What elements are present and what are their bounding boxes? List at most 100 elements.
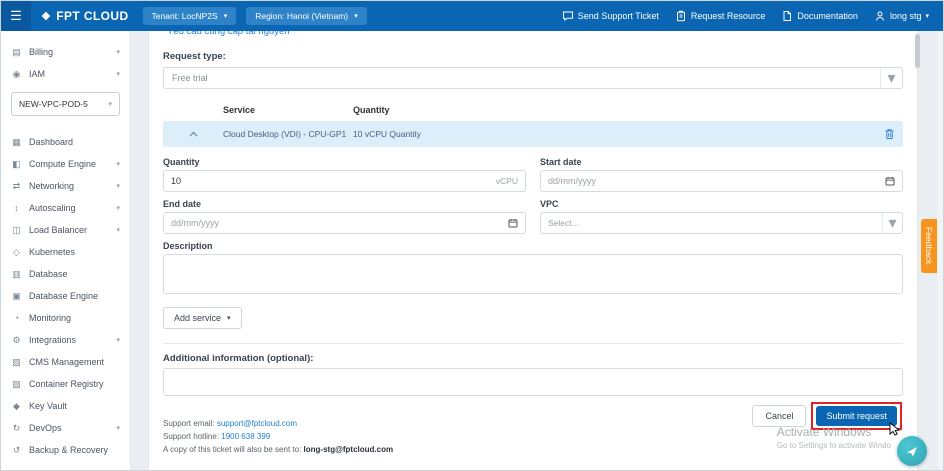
rocket-icon bbox=[905, 444, 919, 458]
sidebar-item-database[interactable]: ▥ Database bbox=[1, 263, 130, 285]
sidebar-item-load-balancer[interactable]: ◫ Load Balancer ▾ bbox=[1, 219, 130, 241]
brand-text: FPT CLOUD bbox=[56, 9, 128, 23]
collapse-row-button[interactable] bbox=[163, 131, 223, 137]
compute-engine-icon: ◧ bbox=[11, 159, 22, 170]
sidebar-item-autoscaling[interactable]: ↕ Autoscaling ▾ bbox=[1, 197, 130, 219]
add-service-button[interactable]: Add service ▾ bbox=[163, 307, 242, 329]
hamburger-menu-icon[interactable]: ☰ bbox=[1, 1, 31, 31]
sidebar-item-devops[interactable]: ↻ DevOps ▾ bbox=[1, 417, 130, 439]
support-email-link[interactable]: support@fptcloud.com bbox=[217, 419, 297, 428]
sidebar-item-monitoring[interactable]: ◔ Monitoring bbox=[1, 307, 130, 329]
service-row[interactable]: Cloud Desktop (VDI) - CPU-GP1 10 vCPU Qu… bbox=[163, 121, 903, 147]
sidebar-item-backup-recovery[interactable]: ↺ Backup & Recovery bbox=[1, 439, 130, 461]
sidebar-item-label: Database bbox=[29, 269, 68, 279]
sidebar-gap bbox=[1, 123, 130, 131]
topbar-actions: Send Support Ticket Request Resource Doc… bbox=[562, 10, 943, 22]
sidebar-item-kubernetes[interactable]: ◇ Kubernetes bbox=[1, 241, 130, 263]
copy-ticket-email: long-stg@fptcloud.com bbox=[304, 445, 394, 454]
sidebar-item-dashboard[interactable]: ▦ Dashboard bbox=[1, 131, 130, 153]
request-form-card: Yêu cầu cung cấp tài nguyên Request type… bbox=[149, 31, 917, 470]
billing-icon: ▤ bbox=[11, 47, 22, 58]
description-label: Description bbox=[163, 241, 903, 251]
sidebar-item-label: DevOps bbox=[29, 423, 62, 433]
request-type-select[interactable]: Free trial ▾ bbox=[163, 67, 903, 89]
sidebar-item-cms-management[interactable]: ▧ CMS Management bbox=[1, 351, 130, 373]
assistant-floating-button[interactable] bbox=[897, 436, 927, 466]
sidebar-item-container-registry[interactable]: ▨ Container Registry bbox=[1, 373, 130, 395]
topbar: ☰ ❖ FPT CLOUD Tenant: LocNP2S ▾ Region: … bbox=[1, 1, 943, 31]
request-type-value: Free trial bbox=[164, 73, 880, 83]
clipboard-icon bbox=[675, 10, 687, 22]
sidebar-item-compute-engine[interactable]: ◧ Compute Engine ▾ bbox=[1, 153, 130, 175]
request-resource-link[interactable]: Request Resource bbox=[675, 10, 766, 22]
document-icon bbox=[781, 10, 793, 22]
calendar-icon[interactable] bbox=[885, 176, 895, 186]
region-label: Region: Hanoi (Vietnam) bbox=[255, 11, 348, 21]
sidebar-item-billing[interactable]: ▤ Billing ▾ bbox=[1, 41, 130, 63]
sidebar-item-label: Monitoring bbox=[29, 313, 71, 323]
user-name: long stg bbox=[890, 11, 922, 21]
chat-icon bbox=[562, 10, 574, 22]
end-date-input[interactable] bbox=[171, 218, 503, 228]
brand-logo[interactable]: ❖ FPT CLOUD bbox=[31, 9, 143, 23]
user-menu[interactable]: long stg ▾ bbox=[874, 10, 929, 22]
sidebar-item-label: Dashboard bbox=[29, 137, 73, 147]
support-hotline-label: Support hotline: bbox=[163, 432, 219, 441]
monitoring-icon: ◔ bbox=[11, 313, 22, 323]
service-table-header: Service Quantity bbox=[163, 99, 903, 121]
sidebar-item-integrations[interactable]: ⚙ Integrations ▾ bbox=[1, 329, 130, 351]
tenant-selector[interactable]: Tenant: LocNP2S ▾ bbox=[143, 7, 237, 25]
main-content: Yêu cầu cung cấp tài nguyên Request type… bbox=[131, 31, 943, 470]
sidebar-item-label: Kubernetes bbox=[29, 247, 75, 257]
service-row-name: Cloud Desktop (VDI) - CPU-GP1 bbox=[223, 129, 353, 139]
chevron-down-icon: ▾ bbox=[880, 68, 902, 88]
start-date-field-wrap bbox=[540, 170, 903, 192]
activate-windows-watermark: Activate Windows Go to Settings to activ… bbox=[777, 425, 891, 450]
chevron-down-icon: ▾ bbox=[116, 424, 120, 432]
vpc-selector[interactable]: NEW-VPC-POD-5 ▾ bbox=[11, 92, 120, 116]
end-date-field-wrap bbox=[163, 212, 526, 234]
iam-icon: ◉ bbox=[11, 69, 22, 80]
start-date-label: Start date bbox=[540, 157, 903, 167]
calendar-icon[interactable] bbox=[508, 218, 518, 228]
quantity-field-wrap: vCPU bbox=[163, 170, 526, 192]
sidebar-item-database-engine[interactable]: ▣ Database Engine bbox=[1, 285, 130, 307]
trash-icon bbox=[884, 128, 895, 140]
delete-service-button[interactable] bbox=[884, 128, 895, 140]
quantity-unit: vCPU bbox=[496, 176, 518, 186]
quantity-input[interactable] bbox=[171, 176, 491, 186]
vpc-selector-value: NEW-VPC-POD-5 bbox=[19, 99, 88, 109]
region-selector[interactable]: Region: Hanoi (Vietnam) ▾ bbox=[246, 7, 366, 25]
page-scrollbar[interactable] bbox=[937, 31, 943, 470]
vpc-select[interactable]: Select... ▾ bbox=[540, 212, 903, 234]
sidebar-item-label: Container Registry bbox=[29, 379, 104, 389]
add-service-label: Add service bbox=[174, 313, 221, 323]
sidebar-item-iam[interactable]: ◉ IAM ▾ bbox=[1, 63, 130, 85]
sidebar-item-label: Compute Engine bbox=[29, 159, 96, 169]
content-scrollbar-thumb[interactable] bbox=[915, 34, 920, 68]
description-textarea[interactable] bbox=[163, 254, 903, 294]
support-hotline-link[interactable]: 1900 638 399 bbox=[221, 432, 270, 441]
vpc-label: VPC bbox=[540, 199, 903, 209]
documentation-link[interactable]: Documentation bbox=[781, 10, 858, 22]
submit-request-button[interactable]: Submit request bbox=[816, 406, 897, 426]
sidebar-item-networking[interactable]: ⇄ Networking ▾ bbox=[1, 175, 130, 197]
chevron-down-icon: ▾ bbox=[354, 13, 358, 20]
copy-ticket-label: A copy of this ticket will also be sent … bbox=[163, 445, 301, 454]
feedback-tab[interactable]: Feedback bbox=[921, 219, 937, 273]
send-support-ticket-link[interactable]: Send Support Ticket bbox=[562, 10, 659, 22]
sidebar-item-key-vault[interactable]: ◆ Key Vault bbox=[1, 395, 130, 417]
start-date-input[interactable] bbox=[548, 176, 880, 186]
additional-info-textarea[interactable] bbox=[163, 368, 903, 396]
tenant-label: Tenant: LocNP2S bbox=[152, 11, 218, 21]
chevron-down-icon: ▾ bbox=[116, 204, 120, 212]
integrations-icon: ⚙ bbox=[11, 335, 22, 346]
chevron-down-icon: ▾ bbox=[116, 160, 120, 168]
chevron-down-icon: ▾ bbox=[116, 70, 120, 78]
cancel-button[interactable]: Cancel bbox=[752, 405, 806, 427]
user-icon bbox=[874, 10, 886, 22]
clipped-heading: Yêu cầu cung cấp tài nguyên bbox=[163, 31, 903, 40]
autoscaling-icon: ↕ bbox=[11, 203, 22, 213]
chevron-down-icon: ▾ bbox=[116, 48, 120, 56]
sidebar-item-label: Backup & Recovery bbox=[29, 445, 108, 455]
